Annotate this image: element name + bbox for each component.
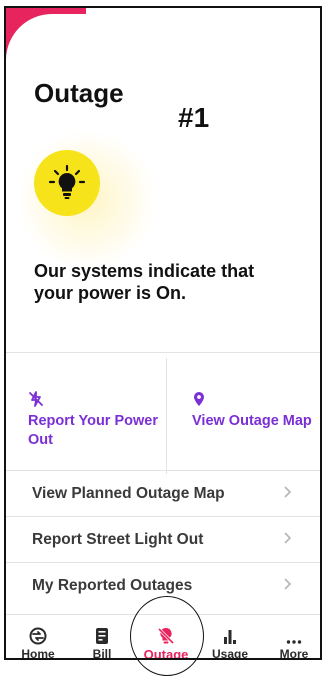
tab-label: More (279, 647, 309, 660)
tab-usage[interactable]: Usage (200, 619, 260, 660)
report-power-out-button[interactable]: Report Your Power Out (6, 388, 166, 474)
view-outage-map-button[interactable]: View Outage Map (170, 388, 320, 474)
chevron-right-icon (283, 531, 292, 550)
more-icon (264, 619, 320, 645)
view-outage-map-label: View Outage Map (192, 413, 312, 429)
list-item-label: View Planned Outage Map (32, 484, 225, 502)
usage-icon (200, 619, 260, 645)
power-off-icon (28, 388, 166, 410)
tab-more[interactable]: More (264, 619, 320, 660)
tab-label: Bill (92, 647, 112, 660)
page-title: Outage (34, 78, 124, 108)
annotation-label: #1 (178, 102, 210, 133)
power-status-text: Our systems indicate that your power is … (34, 261, 255, 303)
content-sheet: Outage #1 Our systems indicate that your… (6, 14, 320, 658)
list-item-street-light-out[interactable]: Report Street Light Out (6, 516, 320, 562)
tab-label: Usage (211, 647, 249, 660)
bulb-icon (34, 150, 100, 216)
tab-home[interactable]: Home (8, 619, 68, 660)
map-pin-icon (192, 388, 320, 410)
home-icon (8, 619, 68, 645)
tab-bill[interactable]: Bill (72, 619, 132, 660)
list-item-planned-outage-map[interactable]: View Planned Outage Map (6, 470, 320, 516)
app-frame: Outage #1 Our systems indicate that your… (4, 6, 322, 660)
highlight-ring (130, 596, 204, 676)
list-item-label: My Reported Outages (32, 576, 193, 594)
chevron-right-icon (283, 577, 292, 596)
chevron-right-icon (283, 485, 292, 504)
tab-label: Home (21, 647, 55, 660)
divider (6, 352, 320, 353)
list-item-label: Report Street Light Out (32, 530, 204, 548)
bill-icon (72, 619, 132, 645)
report-power-out-label: Report Your Power Out (28, 413, 158, 448)
tile-divider (166, 358, 167, 474)
